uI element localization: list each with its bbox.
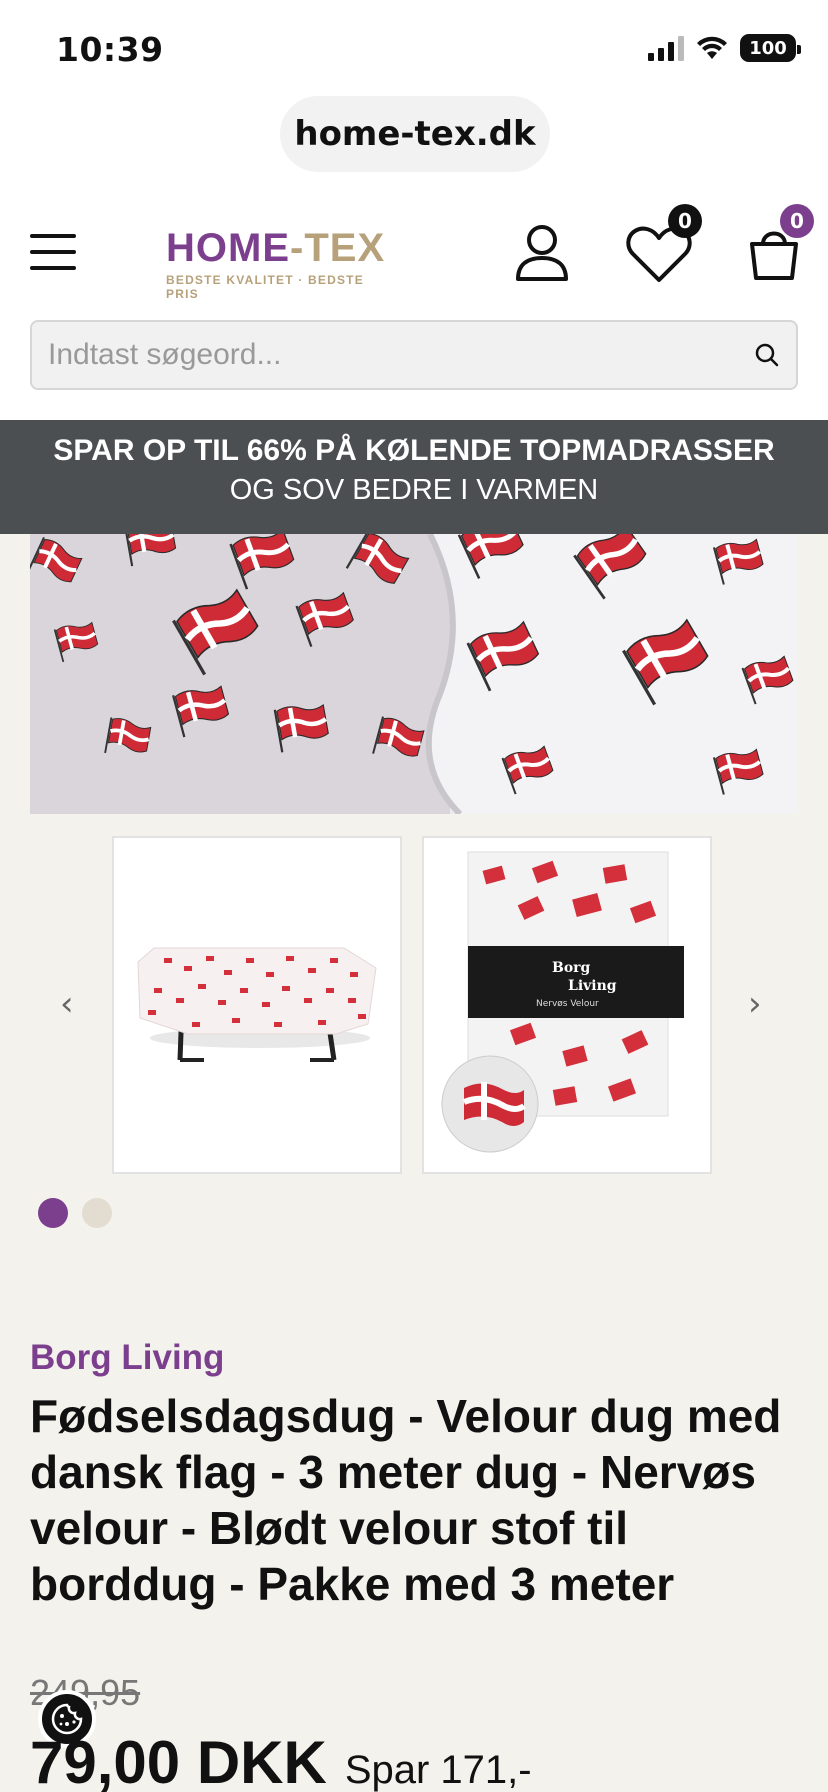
current-price: 79,00 DKK	[30, 1729, 327, 1792]
search-icon[interactable]	[754, 342, 780, 368]
browser-url-bar: home-tex.dk	[0, 96, 828, 190]
site-header: HOME-TEX BEDSTE KVALITET · BEDSTE PRIS 0…	[0, 190, 828, 420]
price-row: 79,00 DKK Spar 171,-	[30, 1728, 532, 1792]
saving-amount: Spar 171,-	[344, 1748, 532, 1792]
velour-flag-fabric-image	[30, 534, 798, 814]
promo-line-2: OG SOV BEDRE I VARMEN	[229, 474, 599, 506]
promo-line-1: SPAR OP TIL 66% PÅ KØLENDE TOPMADRASSER	[53, 434, 775, 467]
search-bar	[30, 320, 798, 390]
carousel-prev-arrow[interactable]: ‹	[60, 984, 74, 1024]
main-product-image[interactable]	[30, 534, 798, 814]
status-bar: 10:39 100	[0, 0, 828, 96]
product-brand-link[interactable]: Borg Living	[30, 1338, 224, 1378]
wishlist-button[interactable]: 0	[626, 204, 704, 284]
logo-text-tex: TEX	[304, 226, 386, 270]
carousel-dot-1[interactable]	[38, 1198, 68, 1228]
package-image: Borg Living Nervøs Velour	[441, 851, 684, 1153]
package-brand-line-1: Borg	[552, 960, 591, 976]
thumbnail-package[interactable]: Borg Living Nervøs Velour	[422, 836, 712, 1174]
carousel-dot-2[interactable]	[82, 1198, 112, 1228]
battery-icon: 100	[740, 34, 801, 62]
cart-button[interactable]: 0	[744, 204, 820, 284]
site-logo[interactable]: HOME-TEX BEDSTE KVALITET · BEDSTE PRIS	[166, 226, 396, 301]
carousel-next-arrow[interactable]: ›	[748, 984, 762, 1024]
wishlist-count-badge: 0	[668, 204, 702, 238]
thumbnail-table[interactable]	[112, 836, 402, 1174]
logo-tagline: BEDSTE KVALITET · BEDSTE PRIS	[166, 273, 364, 301]
carousel-dots	[38, 1198, 112, 1228]
cart-count-badge: 0	[780, 204, 814, 238]
package-product-name: Nervøs Velour	[536, 999, 599, 1009]
wifi-icon	[697, 36, 727, 59]
logo-text-home: HOME	[166, 226, 290, 270]
thumbnail-carousel: ‹ Borg Living Nervøs Velour ›	[0, 834, 828, 1174]
promo-banner[interactable]: SPAR OP TIL 66% PÅ KØLENDE TOPMADRASSER …	[0, 420, 828, 534]
account-icon[interactable]	[514, 224, 570, 282]
cellular-signal-icon	[648, 35, 684, 61]
tablecloth-on-table-image	[137, 947, 377, 1062]
status-icons: 100	[648, 34, 801, 62]
url-pill[interactable]: home-tex.dk	[280, 96, 550, 172]
status-time: 10:39	[56, 30, 164, 69]
product-title: Fødselsdagsdug - Velour dug med dansk fl…	[30, 1390, 782, 1610]
search-input[interactable]	[48, 338, 754, 372]
package-brand-line-2: Living	[568, 978, 617, 994]
menu-icon[interactable]	[30, 234, 76, 270]
logo-text-dash: -	[290, 226, 305, 270]
